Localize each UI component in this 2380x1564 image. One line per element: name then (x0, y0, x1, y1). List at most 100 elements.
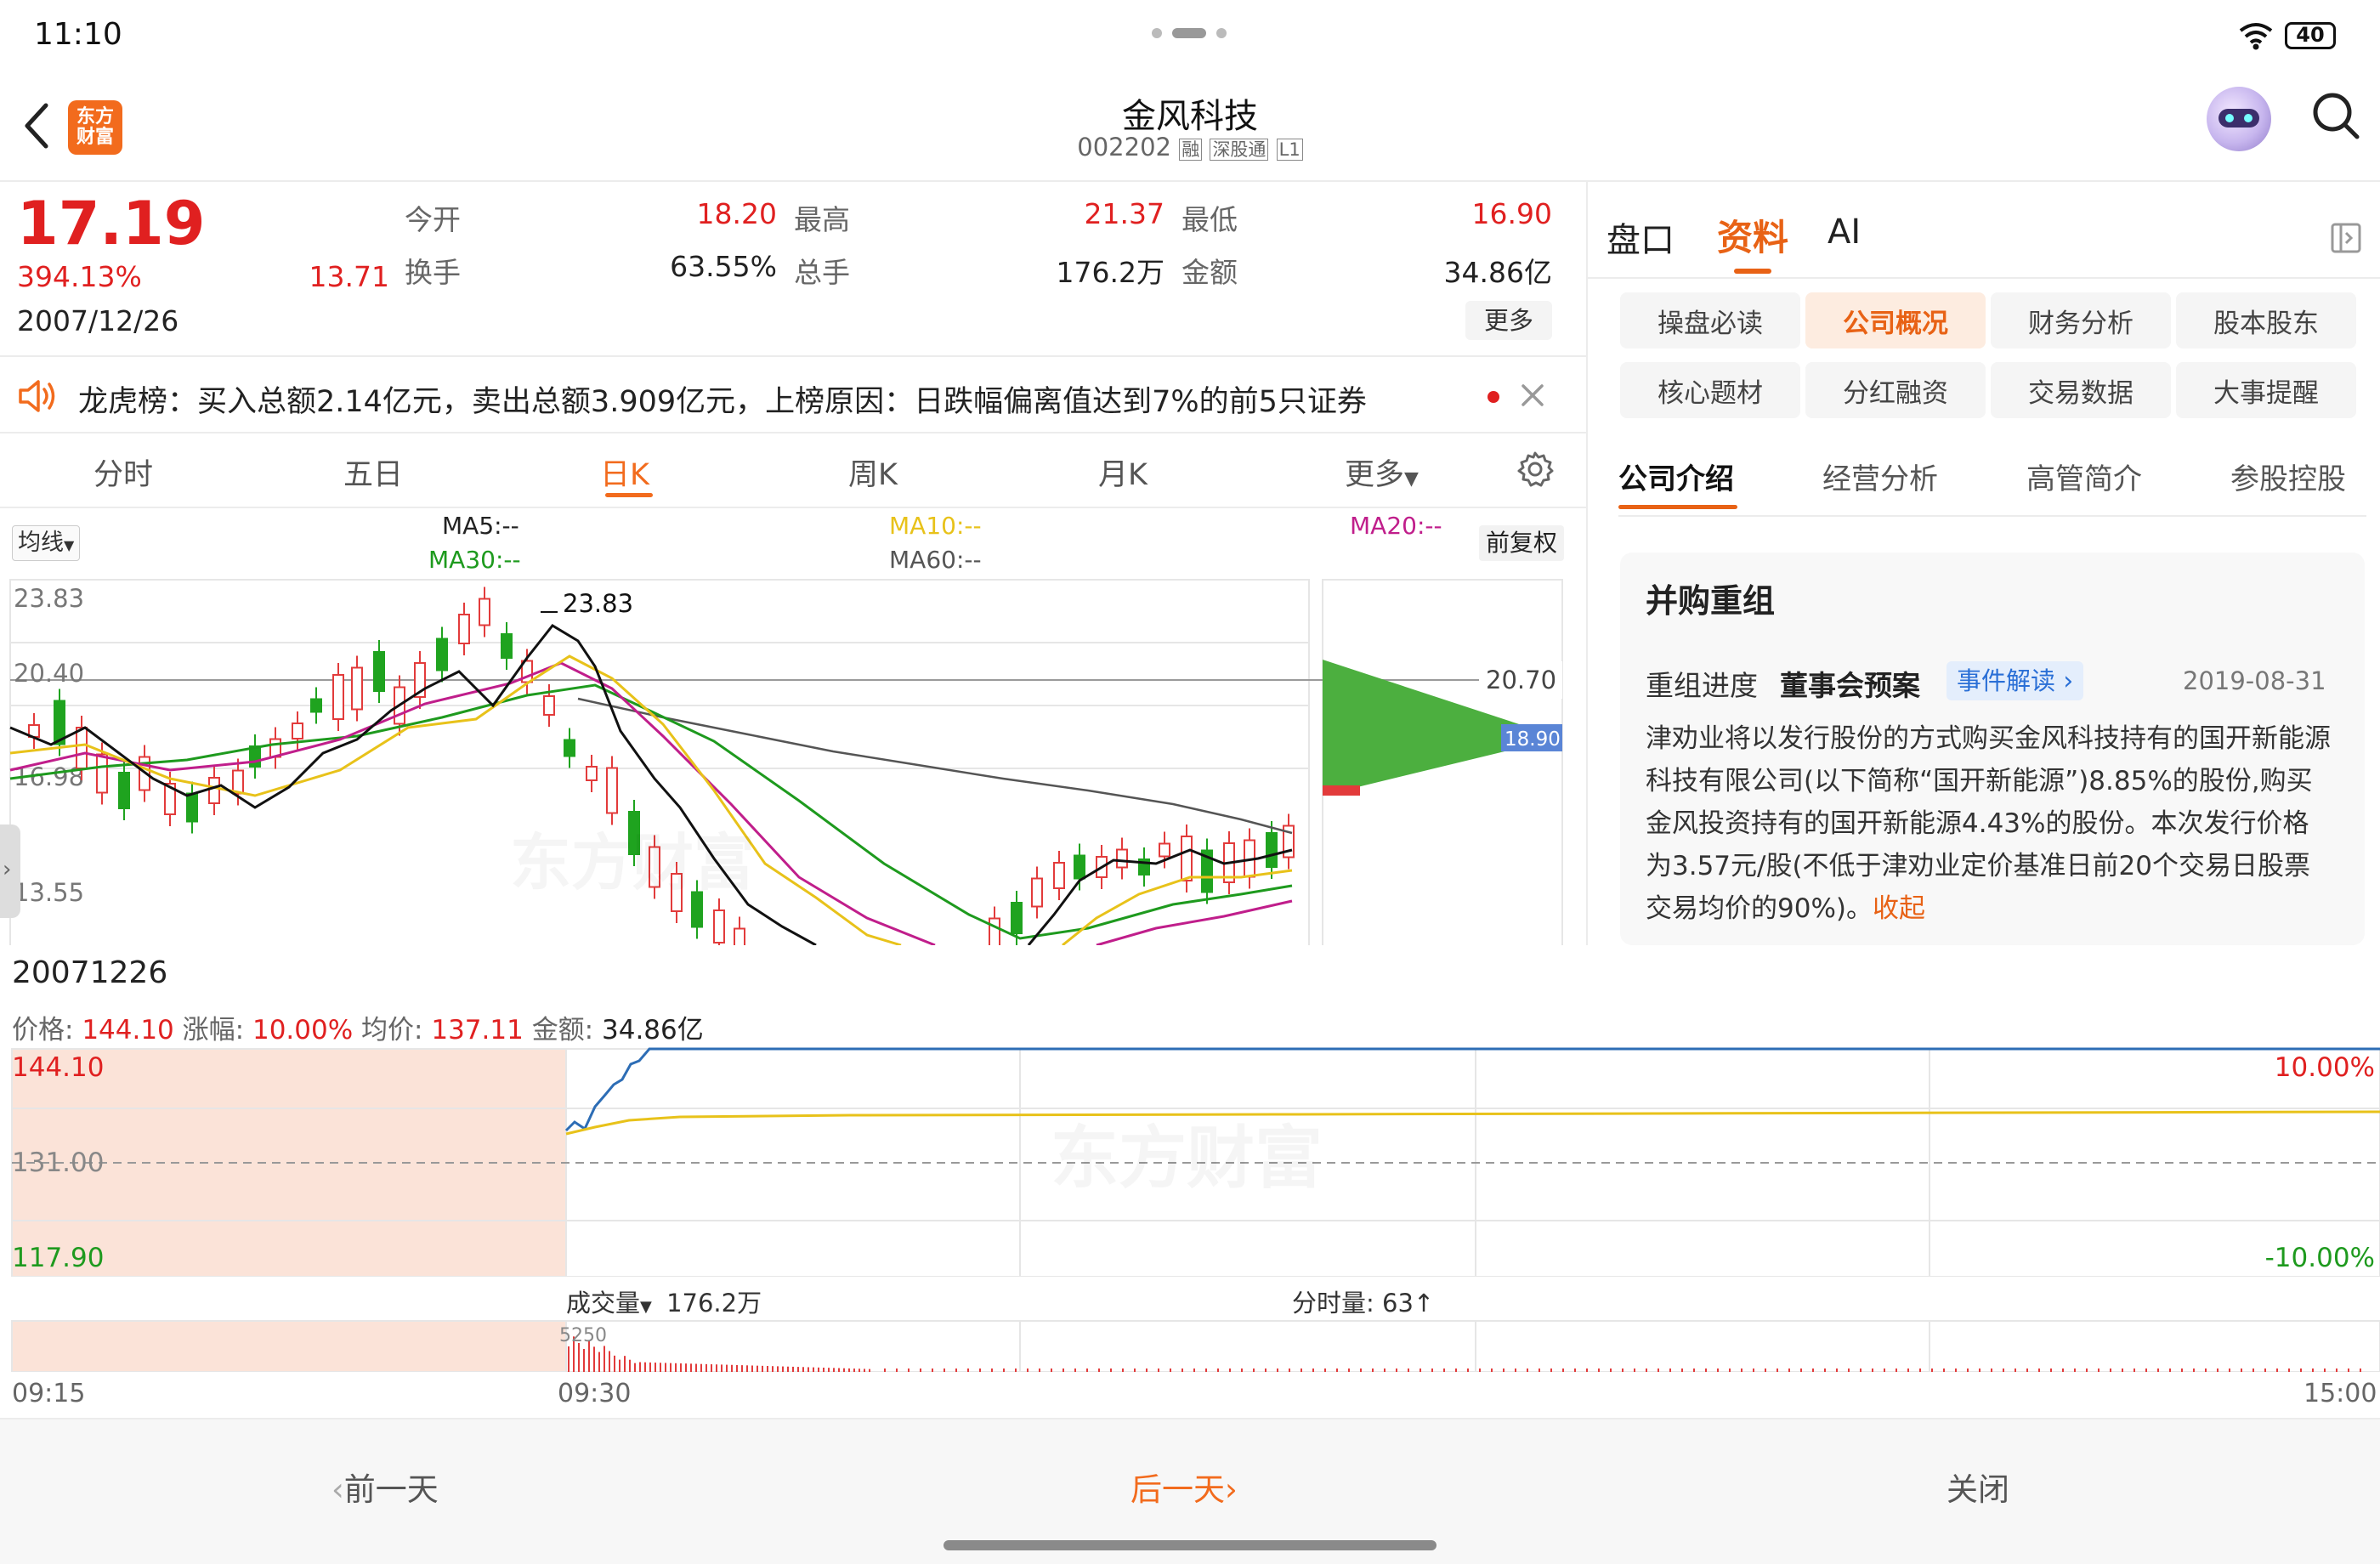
volume-bar (568, 1346, 570, 1372)
tab-profile[interactable]: 资料 (1717, 209, 1788, 261)
battery-level: 40 (2296, 23, 2325, 47)
adjust-button[interactable]: 前复权 (1479, 525, 1565, 561)
volume-bar (2181, 1368, 2183, 1372)
tab-more[interactable]: 更多▼ (1345, 450, 1419, 494)
collapse-panel-icon[interactable] (2329, 221, 2363, 255)
subtab-company-intro[interactable]: 公司介绍 (1618, 456, 1734, 497)
chip-trading-data[interactable]: 交易数据 (1991, 362, 2171, 418)
side-handle[interactable]: › (0, 824, 20, 918)
volume-bar (1110, 1368, 1112, 1372)
amount-label: 金额 (1182, 256, 1238, 289)
tab-weekly-k[interactable]: 周K (848, 450, 898, 494)
tab-daily-k[interactable]: 日K (600, 450, 649, 494)
volume-selector[interactable]: 成交量▼ 176.2万 (566, 1284, 762, 1319)
volume-bar (2288, 1368, 2290, 1372)
back-icon[interactable] (20, 100, 54, 151)
gear-icon[interactable] (1516, 450, 1554, 488)
tab-profile-underline (1734, 269, 1771, 274)
chip-dividends[interactable]: 分红融资 (1805, 362, 1986, 418)
intraday-price: 144.10 (82, 1015, 174, 1046)
volume-bar (1039, 1368, 1040, 1372)
close-button[interactable]: 关闭 (1946, 1464, 2009, 1510)
chip-shareholders[interactable]: 股本股东 (2176, 292, 2356, 348)
volume-bar (1396, 1368, 1397, 1372)
wifi-icon (2239, 23, 2273, 50)
chip-company-overview[interactable]: 公司概况 (1805, 292, 1986, 348)
volume-bar (654, 1363, 656, 1372)
volume-bar (1051, 1368, 1052, 1372)
chevron-right-icon: › (1225, 1471, 1238, 1508)
assistant-avatar-icon[interactable] (2207, 87, 2271, 151)
candle-body (373, 651, 385, 692)
more-button[interactable]: 更多 (1465, 301, 1552, 340)
intraday-y-bottom: 117.90 (12, 1243, 104, 1273)
home-indicator[interactable] (944, 1540, 1436, 1550)
tab-five-day[interactable]: 五日 (343, 450, 403, 494)
volume-bar (1193, 1368, 1195, 1372)
subtab-holdings[interactable]: 参股控股 (2230, 456, 2346, 497)
intraday-amt-label: 金额: (531, 1015, 594, 1046)
candle-body (1181, 836, 1193, 881)
candle-body (501, 633, 513, 659)
volume-bar (920, 1368, 921, 1372)
volume-bar (2003, 1368, 2004, 1372)
volume-bar (736, 1364, 738, 1372)
volume-bar (1467, 1368, 1469, 1372)
multitask-dots[interactable] (1152, 27, 1228, 39)
tab-monthly-k[interactable]: 月K (1098, 450, 1148, 494)
volume-bar (660, 1363, 661, 1372)
volume-bar (1979, 1368, 1980, 1372)
volume-bar (1717, 1368, 1719, 1372)
ma-selector[interactable]: 均线▼ (12, 525, 81, 561)
volume-bar (1503, 1368, 1504, 1372)
volume-bar (1562, 1368, 1564, 1372)
volume-bar (1015, 1368, 1017, 1372)
avg-price-line (565, 1110, 2380, 1136)
notice-text[interactable]: 龙虎榜：买入总额2.14亿元，卖出总额3.909亿元，上榜原因：日跌幅偏离值达到… (78, 377, 1367, 421)
candle-body (989, 917, 1000, 945)
quote-date: 2007/12/26 (17, 304, 179, 337)
volume-bar (979, 1368, 981, 1372)
volume-bar (583, 1348, 585, 1372)
stock-code-row: 002202 融 深股通 L1 (935, 133, 1445, 162)
close-notice-icon[interactable] (1520, 382, 1545, 408)
volume-bar (858, 1368, 860, 1372)
low-value: 16.90 (1471, 197, 1552, 230)
volume-bar (1646, 1368, 1647, 1372)
tab-handicap[interactable]: 盘口 (1606, 212, 1674, 262)
volume-chart: 5250 (11, 1320, 2380, 1372)
volume-bar (1538, 1368, 1540, 1372)
volume-bar (864, 1368, 865, 1372)
volume-bar (1622, 1368, 1624, 1372)
volume-bar (716, 1364, 717, 1372)
volume-bar (2300, 1368, 2302, 1372)
collapse-link[interactable]: 收起 (1873, 893, 1925, 924)
volume-bar (869, 1368, 870, 1372)
app-logo[interactable]: 东方财富 (68, 100, 122, 155)
volume-bar (1455, 1368, 1457, 1372)
tab-intraday[interactable]: 分时 (94, 450, 153, 494)
event-button[interactable]: 事件解读 › (1946, 661, 2084, 700)
chip-events[interactable]: 大事提醒 (2176, 362, 2356, 418)
chip-trading-guide[interactable]: 操盘必读 (1620, 292, 1800, 348)
volume-bar (2134, 1368, 2135, 1372)
subtab-executives[interactable]: 高管简介 (2026, 456, 2142, 497)
kline-chart[interactable]: 23.83 20.40 16.98 13.55 23.83 20.70 18.9… (0, 578, 1586, 945)
volume-bar (639, 1362, 641, 1372)
volume-bar (1324, 1368, 1326, 1372)
prev-day-button[interactable]: ‹前一天 (332, 1464, 439, 1510)
volume-bar (1812, 1368, 1814, 1372)
kline-y-label-3: 13.55 (14, 878, 84, 907)
search-icon[interactable] (2310, 90, 2361, 141)
intraday-chart[interactable]: 144.10 131.00 117.90 10.00% -10.00% 东方财富 (0, 1046, 2380, 1277)
subtab-business-analysis[interactable]: 经营分析 (1822, 456, 1938, 497)
volume-bar (1348, 1368, 1350, 1372)
chip-core-themes[interactable]: 核心题材 (1620, 362, 1800, 418)
next-day-button[interactable]: 后一天› (1130, 1464, 1238, 1510)
chip-financial-analysis[interactable]: 财务分析 (1991, 292, 2171, 348)
tab-ai[interactable]: AI (1828, 212, 1861, 252)
volume-bar (2205, 1368, 2207, 1372)
volume-bar (700, 1363, 702, 1372)
volume-bar (932, 1368, 933, 1372)
volume-bar (767, 1366, 768, 1372)
